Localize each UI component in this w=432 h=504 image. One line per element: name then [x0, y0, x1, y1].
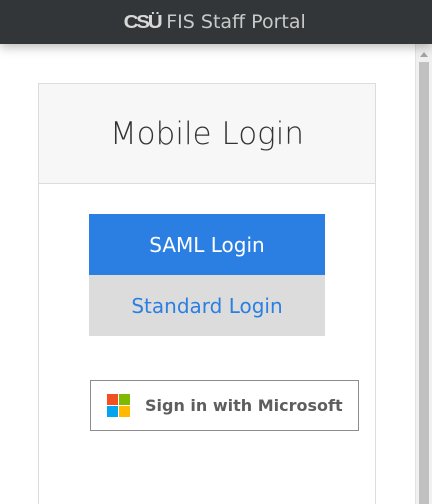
scrollbar-thumb[interactable]: [419, 62, 429, 504]
sign-in-with-microsoft-button[interactable]: Sign in with Microsoft: [90, 380, 359, 431]
page-title: Mobile Login: [109, 115, 305, 152]
microsoft-button-label: Sign in with Microsoft: [145, 396, 343, 415]
login-panel: Mobile Login SAML Login Standard Login S…: [38, 83, 376, 504]
page: CSÜ FIS Staff Portal Mobile Login SAML L…: [0, 0, 432, 504]
ms-logo-blue-square: [107, 406, 118, 417]
panel-header: Mobile Login: [39, 84, 375, 184]
portal-title: FIS Staff Portal: [166, 11, 306, 33]
scroll-up-arrow-icon[interactable]: [420, 52, 428, 57]
ms-logo-red-square: [107, 394, 118, 405]
ms-logo-green-square: [119, 394, 130, 405]
microsoft-logo-icon: [107, 394, 130, 417]
saml-login-button[interactable]: SAML Login: [89, 214, 325, 275]
ms-logo-yellow-square: [119, 406, 130, 417]
csu-logo-icon: CSÜ: [123, 11, 163, 32]
top-bar: CSÜ FIS Staff Portal: [0, 0, 432, 44]
vertical-scrollbar[interactable]: [415, 44, 432, 504]
standard-login-button[interactable]: Standard Login: [89, 275, 325, 336]
